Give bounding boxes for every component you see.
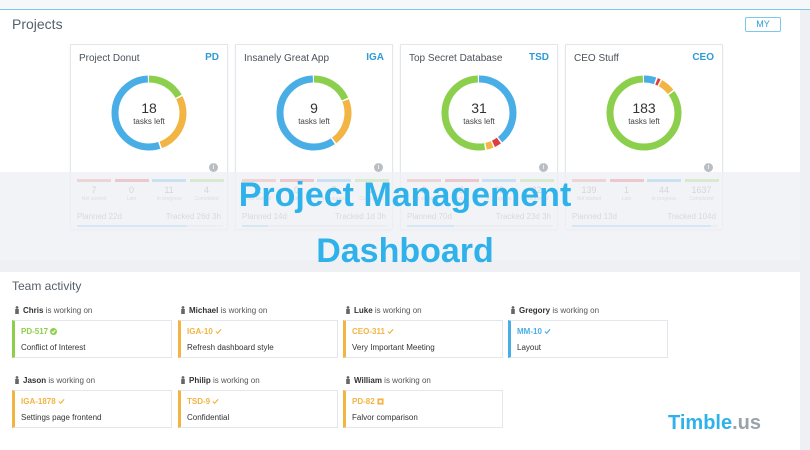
task-title[interactable]: Falvor comparison (352, 413, 418, 422)
person-icon (346, 306, 350, 314)
brand-logo: Timble.us (668, 412, 761, 435)
task-code[interactable]: IGA-10 (187, 327, 222, 336)
task-code[interactable]: PD-82 (352, 397, 384, 406)
info-icon[interactable]: i (704, 163, 713, 172)
projects-title: Projects (12, 16, 63, 32)
member-name[interactable]: Chris (23, 306, 43, 315)
working-on-text: is working on (213, 376, 260, 385)
task-code-text[interactable]: CEO-311 (352, 327, 385, 336)
check-icon (58, 398, 65, 405)
project-name[interactable]: Top Secret Database (409, 53, 502, 64)
task-code-text[interactable]: MM-10 (517, 327, 542, 336)
brand-name: Timble (668, 412, 733, 434)
project-code: TSD (529, 52, 549, 63)
check-icon (215, 328, 222, 335)
task-code-text[interactable]: IGA-10 (187, 327, 213, 336)
headline-line-2: Dashboard (316, 232, 494, 270)
member-heading: Jason is working on (14, 376, 95, 385)
tasks-left-label: tasks left (463, 117, 495, 126)
working-on-text: is working on (220, 306, 268, 315)
task-card[interactable]: PD-82 Falvor comparison (343, 390, 503, 428)
square-icon (377, 398, 384, 405)
project-code: PD (205, 52, 219, 63)
tasks-left-label: tasks left (628, 117, 660, 126)
task-title[interactable]: Very Important Meeting (352, 343, 435, 352)
task-title[interactable]: Settings page frontend (21, 413, 102, 422)
tasks-left-label: tasks left (298, 117, 330, 126)
info-icon[interactable]: i (209, 163, 218, 172)
person-icon (181, 306, 185, 314)
member-heading: Michael is working on (180, 306, 267, 315)
team-activity-title: Team activity (12, 279, 82, 293)
working-on-text: is working on (552, 306, 600, 315)
brand-suffix: .us (732, 412, 761, 434)
check-icon (387, 328, 394, 335)
task-code-text[interactable]: TSD-9 (187, 397, 210, 406)
top-bar (0, 0, 810, 10)
task-card[interactable]: IGA-1878 Settings page frontend (12, 390, 172, 428)
check-icon (544, 328, 551, 335)
task-code[interactable]: PD-517 (21, 327, 58, 336)
member-name[interactable]: Michael (189, 306, 218, 315)
task-title[interactable]: Refresh dashboard style (187, 343, 274, 352)
member-heading: Gregory is working on (510, 306, 599, 315)
info-icon[interactable]: i (539, 163, 548, 172)
task-card[interactable]: MM-10 Layout (508, 320, 668, 358)
project-name[interactable]: Project Donut (79, 53, 140, 64)
task-title[interactable]: Conflict of Interest (21, 343, 85, 352)
member-heading: Chris is working on (14, 306, 92, 315)
check-circle-icon (50, 328, 58, 335)
task-title[interactable]: Layout (517, 343, 541, 352)
tasks-left-count: 18 (141, 100, 157, 116)
tasks-left-label: tasks left (133, 117, 165, 126)
task-code[interactable]: IGA-1878 (21, 397, 65, 406)
working-on-text: is working on (384, 376, 431, 385)
person-icon (346, 376, 350, 384)
person-icon (15, 306, 19, 314)
task-code-text[interactable]: IGA-1878 (21, 397, 56, 406)
task-code[interactable]: MM-10 (517, 327, 551, 336)
project-name[interactable]: Insanely Great App (244, 53, 329, 64)
headline-line-1: Project Management (238, 176, 572, 214)
check-icon (212, 398, 219, 405)
member-name[interactable]: Philip (189, 376, 211, 385)
working-on-text: is working on (45, 306, 93, 315)
working-on-text: is working on (48, 376, 96, 385)
task-code[interactable]: TSD-9 (187, 397, 219, 406)
member-heading: William is working on (345, 376, 431, 385)
member-heading: Philip is working on (180, 376, 260, 385)
project-code: IGA (366, 52, 384, 63)
person-icon (15, 376, 19, 384)
task-code[interactable]: CEO-311 (352, 327, 394, 336)
my-filter-button[interactable]: MY (745, 17, 781, 32)
task-title[interactable]: Confidential (187, 413, 229, 422)
member-name[interactable]: William (354, 376, 382, 385)
tasks-left-count: 9 (310, 100, 318, 116)
task-card[interactable]: CEO-311 Very Important Meeting (343, 320, 503, 358)
member-name[interactable]: Jason (23, 376, 46, 385)
tasks-left-count: 31 (471, 100, 487, 116)
task-code-text[interactable]: PD-517 (21, 327, 48, 336)
person-icon (181, 376, 185, 384)
member-name[interactable]: Gregory (519, 306, 550, 315)
task-card[interactable]: TSD-9 Confidential (178, 390, 338, 428)
member-heading: Luke is working on (345, 306, 422, 315)
person-icon (511, 306, 515, 314)
task-card[interactable]: PD-517 Conflict of Interest (12, 320, 172, 358)
working-on-text: is working on (374, 306, 422, 315)
info-icon[interactable]: i (374, 163, 383, 172)
tasks-left-count: 183 (632, 100, 656, 116)
project-code: CEO (692, 52, 714, 63)
project-name[interactable]: CEO Stuff (574, 53, 619, 64)
member-name[interactable]: Luke (354, 306, 373, 315)
task-code-text[interactable]: PD-82 (352, 397, 375, 406)
task-card[interactable]: IGA-10 Refresh dashboard style (178, 320, 338, 358)
